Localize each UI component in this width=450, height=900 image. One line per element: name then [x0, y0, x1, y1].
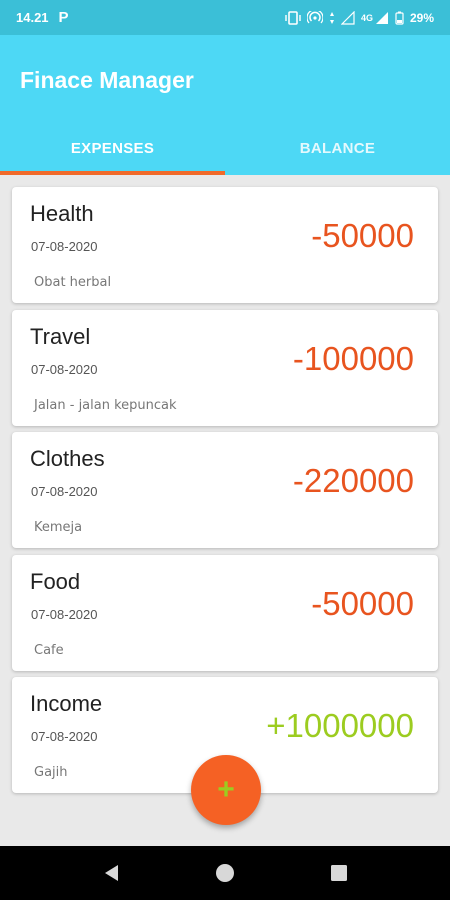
back-button[interactable]	[100, 862, 122, 884]
parking-icon: P	[58, 9, 69, 26]
recents-icon	[331, 865, 347, 881]
home-icon	[216, 864, 234, 882]
expense-card-health[interactable]: Health 07-08-2020 Obat herbal -50000	[12, 187, 438, 303]
status-time: 14.21	[16, 10, 49, 25]
tab-balance[interactable]: BALANCE	[225, 121, 450, 175]
tab-expenses[interactable]: EXPENSES	[0, 121, 225, 175]
expense-note: Jalan - jalan kepuncak	[34, 397, 177, 413]
expense-amount: -50000	[311, 217, 414, 254]
add-expense-button[interactable]: +	[191, 755, 261, 825]
expense-date: 07-08-2020	[31, 606, 98, 622]
expense-date: 07-08-2020	[31, 484, 98, 499]
expense-note: Kemeja	[34, 520, 83, 535]
data-arrows-icon	[329, 11, 335, 25]
network-type-label: 4G	[360, 12, 373, 23]
home-button[interactable]	[214, 862, 236, 884]
expense-card-food[interactable]: Food 07-08-2020 Cafe -50000	[12, 554, 438, 671]
expense-note: Obat herbal	[34, 275, 112, 290]
app-bar: Finace Manager EXPENSES BALANCE	[0, 35, 450, 175]
signal-icon	[375, 11, 389, 25]
app-title: Finace Manager	[20, 67, 194, 93]
status-bar: 14.21 P 4G 29%	[0, 0, 450, 35]
expense-category: Travel	[30, 323, 91, 349]
plus-icon: +	[217, 773, 235, 806]
expense-category: Income	[30, 691, 103, 716]
expense-amount: +1000000	[266, 707, 414, 744]
vibrate-icon	[285, 10, 301, 25]
battery-percent: 29%	[409, 10, 434, 25]
battery-icon	[395, 11, 404, 25]
tab-bar: EXPENSES BALANCE	[0, 121, 450, 175]
expense-category: Health	[30, 201, 94, 226]
expense-amount: -220000	[292, 462, 414, 499]
tab-expenses-label: EXPENSES	[70, 139, 155, 157]
tab-balance-label: BALANCE	[299, 139, 376, 157]
expense-date: 07-08-2020	[31, 239, 98, 254]
back-icon	[105, 865, 118, 881]
hotspot-icon	[306, 10, 323, 25]
expense-note: Cafe	[34, 642, 64, 658]
expense-category: Clothes	[30, 446, 105, 471]
system-nav-bar	[0, 846, 450, 900]
expense-card-travel[interactable]: Travel 07-08-2020 Jalan - jalan kepuncak…	[12, 309, 438, 426]
expense-list: Health 07-08-2020 Obat herbal -50000 Tra…	[12, 187, 438, 800]
expense-date: 07-08-2020	[31, 361, 98, 377]
expense-note: Gajih	[34, 765, 68, 780]
expense-amount: -50000	[311, 584, 414, 622]
expense-amount: -100000	[292, 339, 414, 377]
expense-date: 07-08-2020	[31, 729, 98, 744]
expense-category: Food	[30, 568, 81, 594]
recents-button[interactable]	[328, 862, 350, 884]
tab-indicator	[0, 171, 225, 175]
expense-card-clothes[interactable]: Clothes 07-08-2020 Kemeja -220000	[12, 432, 438, 548]
signal-empty-icon	[340, 10, 355, 25]
